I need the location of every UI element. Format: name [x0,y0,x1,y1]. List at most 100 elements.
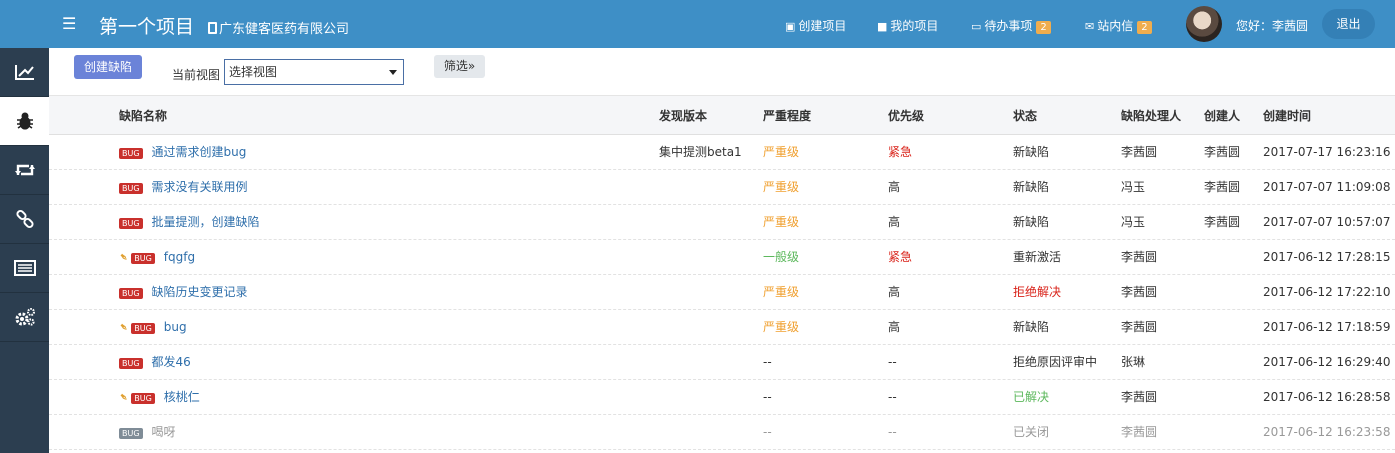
column-header[interactable]: 缺陷名称 [119,96,167,136]
created-time-cell: 2017-07-07 10:57:07 [1263,215,1391,229]
menu-icon[interactable]: ☰ [62,14,76,33]
link-icon [15,209,34,229]
bug-tag: BUG [119,428,143,439]
table-row[interactable]: ✒ BUG 核桃仁 -- -- 已解决 李茜圆 2017-06-12 16:28:58 [49,380,1395,415]
handler-cell: 李茜圆 [1121,250,1158,264]
priority-cell: 高 [888,320,901,334]
severity-cell: 严重级 [763,180,800,194]
plus-square-icon: ▣ [785,20,796,33]
bug-title-link[interactable]: 缺陷历史变更记录 [152,285,248,299]
status-cell: 已关闭 [1013,425,1050,439]
severity-cell: 严重级 [763,215,800,229]
priority-cell: 高 [888,180,901,194]
nav-create-project[interactable]: ▣ 创建项目 [785,17,846,34]
filter-label: 筛选 [443,59,468,73]
create-bug-button[interactable]: 创建缺陷 [74,55,142,79]
company-name: 广东健客医药有限公司 [208,18,349,37]
table-row[interactable]: BUG 都发46 -- -- 拒绝原因评审中 张琳 2017-06-12 16:29:40 [49,345,1395,380]
monitor-icon: ▭ [971,20,982,33]
created-time-cell: 2017-06-12 17:22:10 [1263,285,1391,299]
severity-cell: -- [763,425,772,439]
sidebar-item-bugs[interactable] [0,97,49,146]
bug-table: 缺陷名称 发现版本 严重程度 优先级 状态 缺陷处理人 创建人 创建时间 BUG… [49,95,1395,450]
column-header[interactable]: 缺陷处理人 [1121,96,1181,136]
severity-cell: -- [763,390,772,404]
column-header[interactable]: 优先级 [888,96,924,136]
bug-title-link[interactable]: 需求没有关联用例 [152,180,248,194]
chart-icon [14,65,34,80]
table-row[interactable]: ✒ BUG bug 严重级高新缺陷 李茜圆 2017-06-12 17:18:59 [49,310,1395,345]
avatar[interactable] [1186,6,1222,42]
version-cell: 集中提测beta1 [659,145,742,159]
created-time-cell: 2017-06-12 17:18:59 [1263,320,1391,334]
todo-count-badge: 2 [1036,21,1051,34]
handler-cell: 李茜圆 [1121,320,1158,334]
sidebar-item-dashboard[interactable] [0,48,49,97]
nav-todo[interactable]: ▭ 待办事项 2 [971,17,1051,34]
handler-cell: 冯玉 [1121,180,1146,194]
bug-title-link[interactable]: 喝呀 [152,425,176,439]
column-header[interactable]: 状态 [1013,96,1037,136]
sidebar-item-links[interactable] [0,195,49,244]
table-row[interactable]: BUG 批量提测，创建缺陷 严重级 高 新缺陷 冯玉 李茜圆 2017-07-07 10:57… [49,205,1395,240]
bug-tag: BUG [119,148,143,159]
bug-title-cell: BUG 喝呀 [119,415,176,450]
priority-cell: -- [888,425,897,439]
nav-messages[interactable]: ✉ 站内信 2 [1085,17,1152,34]
created-time-cell: 2017-06-12 16:29:40 [1263,355,1391,369]
table-row[interactable]: ✒ BUG fqgfg 一般级 紧急 重新激活 李茜圆 2017-06-12 17:28:15 [49,240,1395,275]
table-body: BUG 通过需求创建bug 集中提测beta1 严重级 紧急 新缺陷 李茜圆 李茜圆 2017-… [49,135,1395,450]
bug-title-cell: ✒ BUG fqgfg [116,240,195,275]
project-title[interactable]: 第一个项目 [99,12,194,39]
severity-cell: -- [763,355,772,369]
sidebar-item-sync[interactable] [0,146,49,195]
column-header[interactable]: 严重程度 [763,96,811,136]
handler-cell: 冯玉 [1121,215,1146,229]
nav-label: 创建项目 [798,19,847,33]
bug-tag: BUG [119,288,143,299]
status-cell: 新缺陷 [1013,180,1050,194]
envelope-icon: ✉ [1085,20,1095,33]
priority-cell: -- [888,355,897,369]
logout-button[interactable]: 退出 [1322,9,1375,39]
sidebar [0,48,49,453]
bug-title-link[interactable]: 批量提测，创建缺陷 [152,215,260,229]
bug-title-link[interactable]: 核桃仁 [164,390,200,404]
nav-label: 待办事项 [984,19,1033,33]
table-row[interactable]: BUG 喝呀 -- -- 已关闭 李茜圆 2017-06-12 16:23:58 [49,415,1395,450]
bug-title-link[interactable]: 通过需求创建bug [152,145,247,159]
table-row[interactable]: BUG 需求没有关联用例 严重级 高 新缺陷 冯玉 李茜圆 2017-07-07 11:09:… [49,170,1395,205]
created-time-cell: 2017-07-17 16:23:16 [1263,145,1391,159]
creator-cell: 李茜圆 [1204,145,1241,159]
bug-title-link[interactable]: fqgfg [164,250,195,264]
status-cell: 拒绝原因评审中 [1013,355,1098,369]
handler-cell: 李茜圆 [1121,425,1158,439]
view-select[interactable]: 选择视图 [224,59,404,85]
gears-icon [15,308,35,326]
column-header[interactable]: 发现版本 [659,96,707,136]
column-header[interactable]: 创建人 [1204,96,1240,136]
sidebar-item-settings[interactable] [0,293,49,342]
table-row[interactable]: BUG 缺陷历史变更记录 严重级 高 拒绝解决 李茜圆 2017-06-12 17:22:1… [49,275,1395,310]
status-cell: 重新激活 [1013,250,1062,264]
filter-button[interactable]: 筛选» [434,55,485,78]
sidebar-item-list[interactable] [0,244,49,293]
bug-title-link[interactable]: bug [164,320,187,334]
priority-cell: 紧急 [888,250,913,264]
bug-title-link[interactable]: 都发46 [152,355,191,369]
bug-title-cell: ✒ BUG 核桃仁 [116,380,200,415]
priority-cell: 高 [888,285,901,299]
nav-my-projects[interactable]: ■ 我的项目 [877,17,938,34]
status-cell: 新缺陷 [1013,215,1050,229]
double-chevron-down-icon: » [467,59,476,73]
column-header[interactable]: 创建时间 [1263,96,1311,136]
view-select-value: 选择视图 [229,65,278,79]
retweet-icon [14,164,35,176]
bug-title-cell: BUG 通过需求创建bug [119,135,246,170]
table-row[interactable]: BUG 通过需求创建bug 集中提测beta1 严重级 紧急 新缺陷 李茜圆 李茜圆 2017-… [49,135,1395,170]
bug-tag: BUG [119,358,143,369]
priority-cell: 紧急 [888,145,913,159]
table-header: 缺陷名称 发现版本 严重程度 优先级 状态 缺陷处理人 创建人 创建时间 [49,95,1395,135]
nav-label: 站内信 [1097,19,1134,33]
bug-icon [16,112,33,130]
